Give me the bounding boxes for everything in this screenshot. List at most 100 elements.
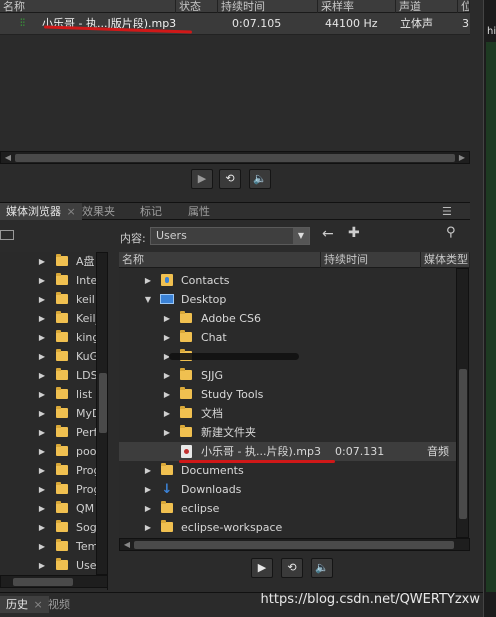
tree-item-label: keil [76, 293, 95, 306]
tree-item[interactable]: ▶ Perf [0, 423, 96, 442]
tab-properties[interactable]: 属性 [182, 203, 216, 220]
list-item[interactable]: ▶ Study Tools [119, 385, 456, 404]
tree-item[interactable]: ▶Prog [0, 480, 96, 499]
folder-icon [180, 368, 192, 380]
list-horizontal-scrollbar[interactable]: ◀ [119, 538, 470, 551]
column-media-type[interactable]: 媒体类型 [421, 252, 470, 268]
list-item-label: Downloads [181, 483, 242, 496]
tree-item[interactable]: ▶ keil [0, 290, 96, 309]
list-item[interactable]: ▶ eclipse-workspace [119, 518, 456, 537]
preview-play-button[interactable]: ▶ [251, 558, 273, 578]
tab-video[interactable]: 视频 [42, 596, 76, 613]
list-item[interactable]: ▶ ↓ Downloads [119, 480, 456, 499]
column-name[interactable]: 名称 [0, 0, 176, 13]
folder-icon [180, 387, 192, 399]
tree-item[interactable]: ▶ list [0, 385, 96, 404]
tab-media-browser[interactable]: 媒体浏览器 × [0, 203, 82, 220]
folder-icon [56, 558, 68, 570]
column-duration[interactable]: 持续时间 [218, 0, 318, 13]
play-button[interactable]: ▶ [191, 169, 213, 189]
preview-volume-button[interactable]: 🔈 [311, 558, 333, 578]
column-status[interactable]: 状态 [176, 0, 218, 13]
column-bits[interactable]: 位 [458, 0, 470, 13]
tree-item[interactable]: ▶ KuG [0, 347, 96, 366]
content-location-select[interactable]: Users ▼ [150, 227, 310, 245]
list-item[interactable]: ▶ SJJG [119, 366, 456, 385]
audio-file-icon [181, 445, 192, 458]
tree-item[interactable]: ▶ A盘 [0, 252, 96, 271]
tree-item[interactable]: ▶ LDS [0, 366, 96, 385]
tab-history-label: 历史 [6, 598, 28, 611]
tree-item[interactable]: ▶pool [0, 442, 96, 461]
folder-icon [161, 520, 173, 532]
folder-icon [56, 501, 68, 513]
folder-icon [161, 501, 173, 513]
volume-icon: 🔈 [315, 561, 329, 574]
scroll-thumb[interactable] [99, 373, 107, 433]
folder-icon [56, 520, 68, 532]
list-item-audio-file[interactable]: 小乐哥 - 执...片段).mp3 0:07.131 音频 [119, 442, 456, 463]
list-item[interactable]: ▶ eclipse [119, 499, 456, 518]
list-item[interactable]: ▶ Chat [119, 328, 456, 347]
folder-icon [180, 330, 192, 342]
tree-item[interactable]: ▶ Tem [0, 537, 96, 556]
browser-list-header: 名称 持续时间 媒体类型 [119, 252, 470, 268]
file-channels: 立体声 [400, 17, 433, 30]
scroll-left-icon[interactable]: ◀ [3, 152, 13, 164]
tab-effects[interactable]: 效果夹 [76, 203, 121, 220]
list-item[interactable]: ▶ 文档 [119, 404, 456, 423]
column-channels[interactable]: 声道 [396, 0, 458, 13]
list-vertical-scrollbar[interactable] [456, 268, 469, 538]
list-item[interactable]: ▶ [119, 347, 456, 366]
tree-item-label: A盘 [76, 255, 95, 268]
folder-icon [180, 425, 192, 437]
tree-item-label: Keil_ [76, 312, 96, 325]
tree-vertical-scrollbar[interactable] [96, 252, 108, 575]
scroll-left-icon[interactable]: ◀ [122, 539, 132, 551]
file-row[interactable]: ⫶⫶ 小乐哥 - 执...J版片段).mp3 0:07.105 44100 Hz… [0, 13, 470, 35]
column-duration[interactable]: 持续时间 [321, 252, 421, 268]
column-sample-rate[interactable]: 采样率 [318, 0, 396, 13]
folder-icon [56, 254, 68, 266]
tree-item[interactable]: ▶ Use [0, 556, 96, 575]
filter-icon[interactable]: ⚲ [446, 225, 456, 240]
tree-horizontal-scrollbar[interactable] [0, 575, 108, 588]
close-icon[interactable]: × [67, 205, 76, 218]
list-item[interactable]: ▶ Contacts [119, 271, 456, 290]
list-item[interactable]: ▶ 新建文件夹 [119, 423, 456, 442]
contacts-icon [161, 274, 173, 286]
add-shortcut-icon[interactable]: ✚ [348, 225, 360, 241]
tree-item[interactable]: ▶ Sog [0, 518, 96, 537]
scroll-thumb[interactable] [459, 369, 467, 519]
top-horizontal-scrollbar[interactable]: ◀ ▶ [0, 151, 470, 164]
scroll-thumb[interactable] [134, 541, 454, 549]
scroll-thumb[interactable] [15, 154, 455, 162]
drive-icon[interactable] [0, 230, 14, 240]
tree-item-label: pool [76, 445, 96, 458]
content-label: 内容: [120, 232, 146, 245]
tree-item-label: list [76, 388, 93, 401]
tree-item[interactable]: ▶Prog [0, 461, 96, 480]
tree-item[interactable]: ▶ Inte [0, 271, 96, 290]
tree-item-label: king [76, 331, 96, 344]
scroll-right-icon[interactable]: ▶ [457, 152, 467, 164]
scroll-thumb[interactable] [13, 578, 73, 586]
list-item[interactable]: ▶ Adobe CS6 [119, 309, 456, 328]
volume-button[interactable]: 🔈 [249, 169, 271, 189]
tab-markers[interactable]: 标记 [134, 203, 168, 220]
back-arrow-icon[interactable]: ← [322, 226, 334, 242]
column-name[interactable]: 名称 [119, 252, 321, 268]
preview-loop-button[interactable]: ⟲ [281, 558, 303, 578]
file-sample-rate: 44100 Hz [325, 17, 378, 30]
tree-item[interactable]: ▶MyD [0, 404, 96, 423]
folder-icon [56, 311, 68, 323]
panel-menu-icon[interactable]: ☰ [436, 203, 458, 220]
tree-item[interactable]: ▶ QM [0, 499, 96, 518]
tree-item-label: LDS [76, 369, 96, 382]
loop-button[interactable]: ⟲ [219, 169, 241, 189]
list-item[interactable]: ▶ Documents [119, 461, 456, 480]
tree-item[interactable]: ▶Keil_ [0, 309, 96, 328]
chevron-down-icon[interactable]: ▼ [293, 228, 309, 244]
tree-item[interactable]: ▶ king [0, 328, 96, 347]
list-item[interactable]: ▼ Desktop [119, 290, 456, 309]
